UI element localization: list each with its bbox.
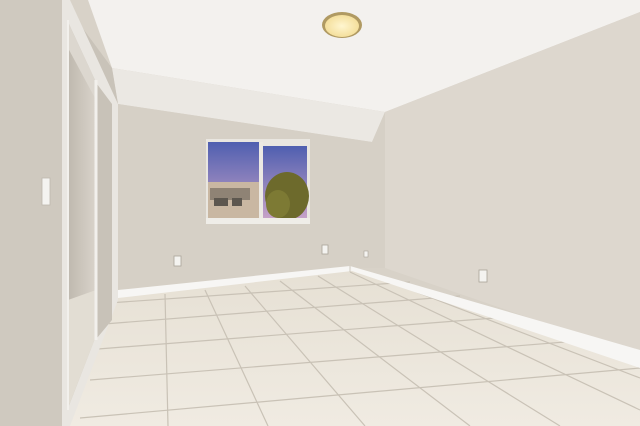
outlet-back-right xyxy=(321,244,329,255)
left-wall xyxy=(0,0,62,426)
outlet-back-left xyxy=(173,255,182,267)
room-photo xyxy=(0,0,640,426)
ceiling-light xyxy=(322,12,362,38)
window xyxy=(206,139,310,224)
light-switch xyxy=(41,177,51,206)
outlet-corner xyxy=(363,250,369,258)
outlet-right-wall xyxy=(478,269,488,283)
room-scene xyxy=(0,0,640,426)
